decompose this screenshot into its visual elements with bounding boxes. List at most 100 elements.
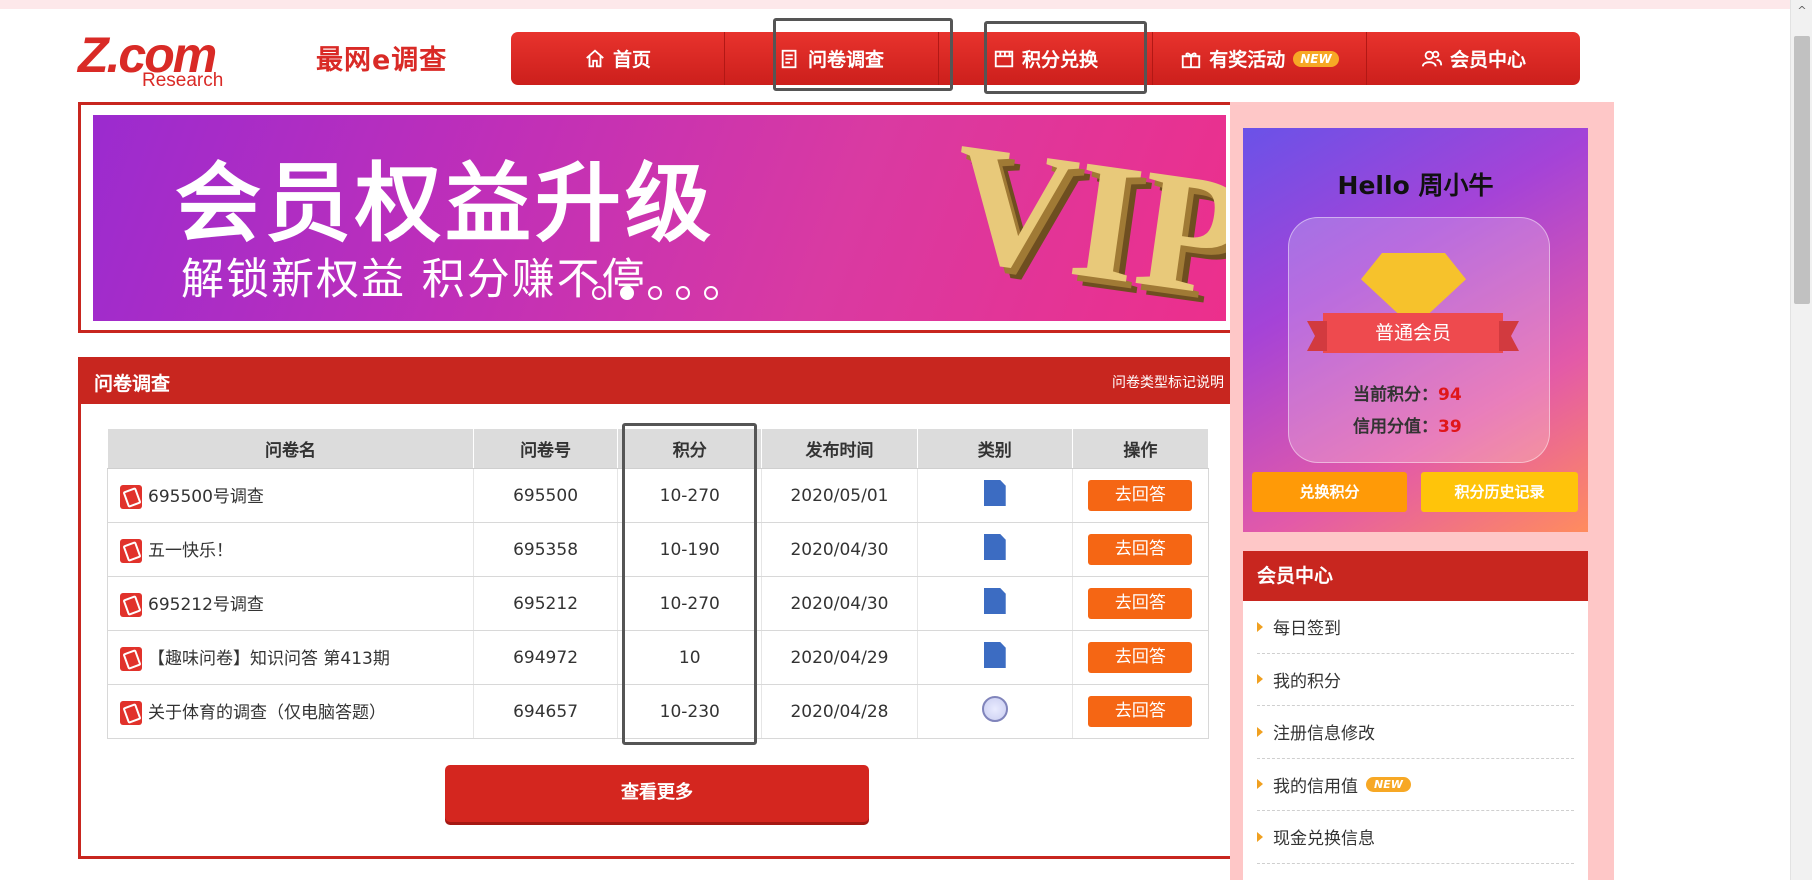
credit-value: 39 [1438, 417, 1462, 437]
survey-date: 2020/04/29 [761, 630, 918, 685]
survey-phone-icon [120, 593, 142, 617]
member-center-title: 会员中心 [1243, 551, 1588, 601]
points-value: 94 [1438, 385, 1462, 405]
survey-phone-icon [120, 539, 142, 563]
new-badge: NEW [1293, 50, 1339, 67]
survey-name-cell[interactable]: 五一快乐！ [107, 522, 474, 577]
survey-type-cell [917, 468, 1073, 523]
arrow-right-icon [1257, 674, 1263, 685]
survey-phone-icon [120, 701, 142, 725]
survey-legend-link[interactable]: 问卷类型标记说明 [1112, 372, 1224, 392]
arrow-right-icon [1257, 726, 1263, 737]
nav-member-center[interactable]: 会员中心 [1367, 32, 1580, 85]
member-item-my-points[interactable]: 我的积分 [1257, 654, 1574, 706]
col-header-date: 发布时间 [761, 428, 918, 469]
member-level-ribbon: 普通会员 [1323, 313, 1503, 353]
survey-id: 694972 [473, 630, 619, 685]
survey-name: 【趣味问卷】知识问答 第413期 [148, 649, 390, 669]
col-header-name: 问卷名 [107, 428, 474, 469]
answer-button[interactable]: 去回答 [1088, 534, 1193, 565]
nav-activities[interactable]: 有奖活动 NEW [1153, 32, 1367, 85]
scroll-thumb[interactable] [1794, 36, 1810, 304]
survey-date: 2020/05/01 [761, 468, 918, 523]
survey-type-cell [917, 522, 1073, 577]
profile-card: Hello 周小牛 普通会员 当前积分：94 信用分值：39 兑换积分 积分历史… [1243, 128, 1588, 532]
vip-graphic: VIP [939, 115, 1226, 321]
nav-label: 会员中心 [1449, 49, 1526, 71]
survey-type-cell [917, 684, 1073, 739]
credit-label: 信用分值： [1353, 417, 1438, 437]
carousel-dots [592, 286, 718, 300]
answer-button[interactable]: 去回答 [1088, 588, 1193, 619]
gift-icon [1182, 52, 1201, 68]
nav-label: 有奖活动 [1209, 49, 1286, 71]
answer-button[interactable]: 去回答 [1088, 642, 1193, 673]
survey-action-cell: 去回答 [1072, 468, 1210, 523]
survey-id: 694657 [473, 684, 619, 739]
survey-title: 问卷调查 [94, 373, 171, 395]
survey-phone-icon [120, 647, 142, 671]
highlight-box-points-column [622, 423, 757, 745]
arrow-right-icon [1257, 831, 1263, 842]
survey-name-cell[interactable]: 695212号调查 [107, 576, 474, 631]
member-center-box: 会员中心 每日签到 我的积分 注册信息修改 我的信用值 NEW 现金兑换信息 [1243, 551, 1588, 880]
member-item-edit-profile[interactable]: 注册信息修改 [1257, 706, 1574, 759]
survey-name: 五一快乐！ [148, 541, 233, 561]
member-item-label: 每日签到 [1273, 619, 1341, 640]
points-label: 当前积分： [1353, 385, 1438, 405]
carousel-dot[interactable] [592, 286, 606, 300]
page-scrollbar[interactable]: ^ [1790, 0, 1812, 880]
survey-date: 2020/04/30 [761, 576, 918, 631]
site-logo[interactable]: Z.com Research 最网e调查 [78, 27, 458, 92]
survey-action-cell: 去回答 [1072, 522, 1210, 577]
member-item-checkin[interactable]: 每日签到 [1257, 601, 1574, 654]
member-item-label: 我的积分 [1273, 671, 1341, 692]
nav-home[interactable]: 首页 [511, 32, 725, 85]
doc-icon [983, 642, 1006, 668]
col-header-type: 类别 [916, 428, 1073, 469]
survey-name-cell[interactable]: 关于体育的调查（仅电脑答题） [107, 684, 474, 739]
new-badge: NEW [1366, 776, 1411, 792]
answer-button[interactable]: 去回答 [1088, 696, 1193, 727]
survey-id: 695500 [473, 468, 619, 523]
doc-icon [983, 534, 1006, 560]
carousel-dot-active[interactable] [620, 286, 634, 300]
carousel-dot[interactable] [704, 286, 718, 300]
member-item-label: 现金兑换信息 [1273, 829, 1375, 850]
credit-stat: 信用分值：39 [1353, 412, 1462, 437]
points-history-button[interactable]: 积分历史记录 [1421, 472, 1578, 512]
survey-phone-icon [120, 485, 142, 509]
survey-name-cell[interactable]: 【趣味问卷】知识问答 第413期 [107, 630, 474, 685]
survey-action-cell: 去回答 [1072, 576, 1210, 631]
survey-name: 695212号调查 [148, 595, 264, 615]
survey-name-cell[interactable]: 695500号调查 [107, 468, 474, 523]
profile-greeting: Hello 周小牛 [1337, 171, 1494, 200]
banner-title: 会员权益升级 [175, 154, 715, 254]
highlight-box-points-exchange [984, 21, 1147, 94]
survey-name: 关于体育的调查（仅电脑答题） [148, 703, 386, 723]
survey-action-cell: 去回答 [1072, 630, 1210, 685]
members-icon [1421, 50, 1443, 67]
carousel-dot[interactable] [648, 286, 662, 300]
globe-icon [981, 696, 1008, 722]
view-more-button[interactable]: 查看更多 [445, 765, 869, 822]
survey-date: 2020/04/30 [761, 522, 918, 577]
doc-icon [983, 588, 1006, 614]
nav-label: 首页 [612, 49, 651, 71]
survey-header: 问卷调查 问卷类型标记说明 [78, 357, 1236, 404]
survey-name: 695500号调查 [148, 487, 264, 507]
points-stat: 当前积分：94 [1353, 380, 1462, 405]
scroll-up-arrow-icon[interactable]: ^ [1791, 0, 1812, 22]
member-item-label: 注册信息修改 [1273, 724, 1375, 745]
exchange-points-button[interactable]: 兑换积分 [1252, 472, 1407, 512]
member-item-credit[interactable]: 我的信用值 NEW [1257, 759, 1574, 811]
top-strip [0, 0, 1790, 9]
carousel-dot[interactable] [676, 286, 690, 300]
answer-button[interactable]: 去回答 [1088, 480, 1193, 511]
survey-id: 695212 [473, 576, 619, 631]
survey-action-cell: 去回答 [1072, 684, 1210, 739]
banner-subtitle: 解锁新权益 积分赚不停 [181, 255, 647, 305]
survey-type-cell [917, 576, 1073, 631]
survey-date: 2020/04/28 [761, 684, 918, 739]
member-item-cash-exchange[interactable]: 现金兑换信息 [1257, 811, 1574, 864]
